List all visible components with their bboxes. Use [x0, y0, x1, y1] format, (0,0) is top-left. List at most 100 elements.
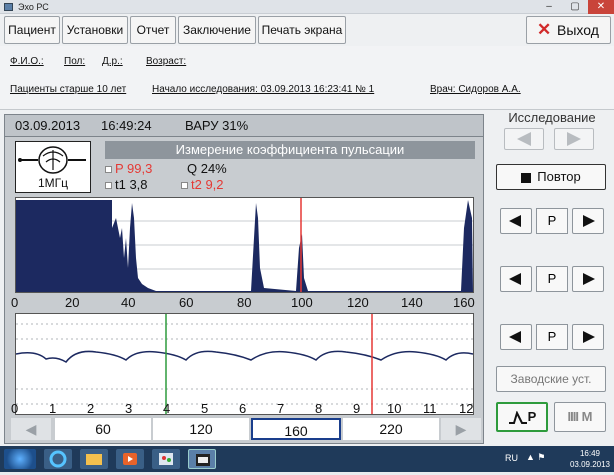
factory-settings-button[interactable]: Заводские уст.	[496, 366, 606, 392]
header-date: 03.09.2013	[15, 118, 81, 133]
scale-option-120[interactable]: 120	[153, 418, 249, 440]
probe-panel: 1МГц	[15, 141, 91, 193]
ttick: 7	[277, 401, 285, 416]
param2-right-button[interactable]	[572, 266, 604, 292]
vtick: 0	[11, 295, 19, 310]
close-button[interactable]: ✕	[588, 0, 614, 14]
folder-icon[interactable]	[80, 449, 108, 469]
scale-option-220[interactable]: 220	[343, 418, 439, 440]
right-arrow-icon	[583, 273, 595, 285]
exit-button[interactable]: ✕ Выход	[526, 16, 611, 44]
velocity-axis: 0 20 40 60 80 100 120 140 160	[11, 295, 475, 311]
measurement-title: Измерение коэффициента пульсации	[105, 141, 475, 159]
param1-value[interactable]: P	[536, 208, 568, 234]
menu-settings[interactable]: Установки	[62, 16, 128, 44]
dob-label: Д.р.:	[102, 56, 123, 67]
ttick: 11	[423, 401, 437, 416]
mode-p-label: P	[527, 409, 537, 424]
param3-left-button[interactable]	[500, 324, 532, 350]
vtick: 20	[65, 295, 80, 310]
repeat-label: Повтор	[537, 169, 581, 184]
ttick: 4	[163, 401, 171, 416]
menu-conclusion[interactable]: Заключение	[178, 16, 256, 44]
patient-info: Ф.И.О.: Пол: Д.р.: Возраст: Пациенты ста…	[0, 46, 614, 110]
next-study-button[interactable]	[554, 128, 594, 150]
clock-date: 03.09.2013	[569, 460, 610, 469]
language-indicator[interactable]: RU	[505, 453, 518, 463]
param-selector-1: P	[496, 208, 606, 234]
maximize-button[interactable]: ▢	[562, 0, 588, 14]
param-selector-3: P	[496, 324, 606, 350]
param3-right-button[interactable]	[572, 324, 604, 350]
scale-left-arrow-icon[interactable]: ◀	[11, 418, 51, 440]
tray-icons[interactable]: ▲ ⚑	[526, 452, 548, 464]
browser-icon[interactable]	[44, 449, 72, 469]
taskbar: RU ▲ ⚑ 16:49 03.09.2013	[0, 446, 614, 472]
fio-label: Ф.И.О.:	[10, 56, 44, 67]
mode-m-label: M	[581, 409, 593, 424]
ttick: 5	[201, 401, 209, 416]
start-button-icon[interactable]	[4, 449, 36, 469]
param1-left-button[interactable]	[500, 208, 532, 234]
patient-category: Пациенты старше 10 лет	[10, 84, 127, 95]
right-arrow-icon	[583, 331, 595, 343]
probe-frequency: 1МГц	[37, 176, 69, 190]
vtick: 120	[347, 295, 369, 310]
waveform-plot[interactable]	[15, 313, 474, 415]
app-icon	[4, 3, 13, 11]
media-player-icon[interactable]	[116, 449, 144, 469]
p-value: P 99,3	[105, 161, 152, 176]
param1-right-button[interactable]	[572, 208, 604, 234]
header-time: 16:49:24	[101, 118, 152, 133]
mode-m-button[interactable]: IIII M	[554, 402, 606, 432]
ttick: 1	[49, 401, 57, 416]
scale-option-60[interactable]: 60	[55, 418, 151, 440]
prev-study-button[interactable]	[504, 128, 544, 150]
vtick: 140	[401, 295, 423, 310]
doctor: Врач: Сидоров А.А.	[430, 84, 521, 95]
t1-value: t1 3,8	[105, 177, 148, 192]
scale-option-160[interactable]: 160	[251, 418, 341, 440]
study-side-panel: Исследование Повтор P P P Заводские уст.	[490, 110, 614, 442]
app-window: Эхо РС – ▢ ✕ Пациент Установки Отчет Зак…	[0, 0, 614, 472]
ttick: 3	[125, 401, 133, 416]
menu-patient[interactable]: Пациент	[4, 16, 60, 44]
right-arrow-icon	[583, 215, 595, 227]
vtick: 100	[291, 295, 313, 310]
param2-value[interactable]: P	[536, 266, 568, 292]
spectrum-envelope	[16, 200, 473, 292]
ttick: 12	[459, 401, 474, 416]
mode-p-button[interactable]: P	[496, 402, 548, 432]
ttick: 10	[387, 401, 402, 416]
repeat-button[interactable]: Повтор	[496, 164, 606, 190]
left-arrow-icon	[509, 215, 521, 227]
menu-print-screen[interactable]: Печать экрана	[258, 16, 346, 44]
right-arrow-icon	[567, 132, 581, 146]
m-mode-bars-icon: IIII	[567, 409, 579, 424]
echo-app-taskbar-icon[interactable]	[188, 449, 216, 469]
ttick: 8	[315, 401, 323, 416]
menu-bar: Пациент Установки Отчет Заключение Печат…	[0, 14, 614, 46]
doppler-spectrum-plot[interactable]	[15, 197, 474, 293]
close-x-icon: ✕	[537, 20, 552, 39]
paint-icon[interactable]	[152, 449, 180, 469]
study-label: Исследование	[508, 110, 596, 125]
status-header: 03.09.2013 16:49:24 ВАРУ 31%	[5, 115, 483, 137]
head-icon	[18, 146, 86, 174]
ttick: 0	[11, 401, 19, 416]
vtick: 80	[237, 295, 252, 310]
param2-left-button[interactable]	[500, 266, 532, 292]
t2-value: t2 9,2	[181, 177, 224, 192]
scale-right-arrow-icon[interactable]: ▶	[441, 418, 481, 440]
main-panel: 03.09.2013 16:49:24 ВАРУ 31% 1МГц Измере…	[4, 114, 484, 444]
param3-value[interactable]: P	[536, 324, 568, 350]
age-label: Возраст:	[146, 56, 187, 67]
pulsation-curve	[15, 350, 474, 363]
stop-icon	[521, 172, 532, 183]
left-arrow-icon	[517, 132, 531, 146]
menu-report[interactable]: Отчет	[130, 16, 176, 44]
measurement-header: 1МГц Измерение коэффициента пульсации P …	[5, 137, 483, 193]
time-axis: 0 1 2 3 4 5 6 7 8 9 10 11 12	[11, 401, 474, 417]
minimize-button[interactable]: –	[536, 0, 562, 14]
tray-clock[interactable]: 16:49 03.09.2013	[570, 448, 610, 470]
